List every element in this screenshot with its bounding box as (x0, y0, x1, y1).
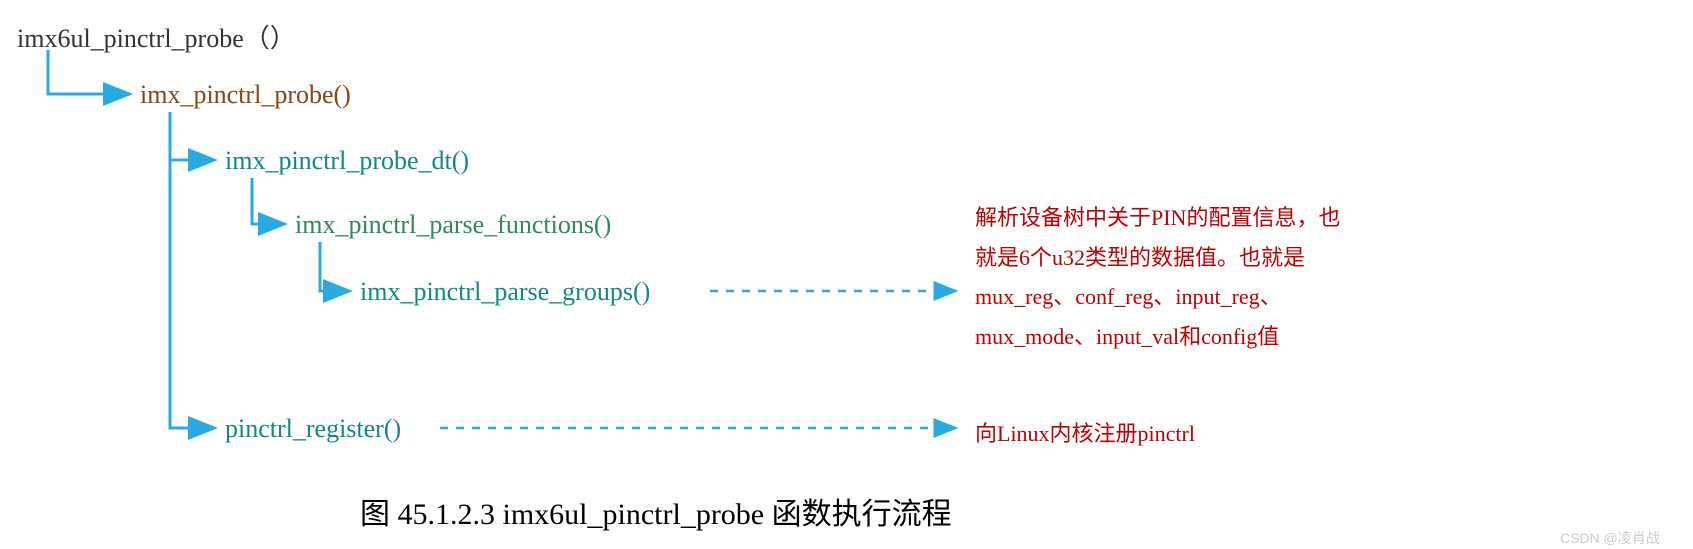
watermark: CSDN @凌肖战 (1560, 528, 1660, 548)
node-level4-parse-groups: imx_pinctrl_parse_groups() (360, 277, 650, 307)
node-root: imx6ul_pinctrl_probe（） (17, 18, 296, 55)
annotation-parse-groups: 解析设备树中关于PIN的配置信息，也就是6个u32类型的数据值。也就是mux_r… (975, 198, 1355, 356)
node-level1: imx_pinctrl_probe() (140, 80, 351, 110)
annotation-register: 向Linux内核注册pinctrl (975, 414, 1195, 454)
node-level3-parse-functions: imx_pinctrl_parse_functions() (295, 210, 611, 240)
node-level2-probe-dt: imx_pinctrl_probe_dt() (225, 146, 469, 176)
node-level2-register: pinctrl_register() (225, 414, 401, 444)
figure-caption: 图 45.1.2.3 imx6ul_pinctrl_probe 函数执行流程 (360, 489, 952, 533)
